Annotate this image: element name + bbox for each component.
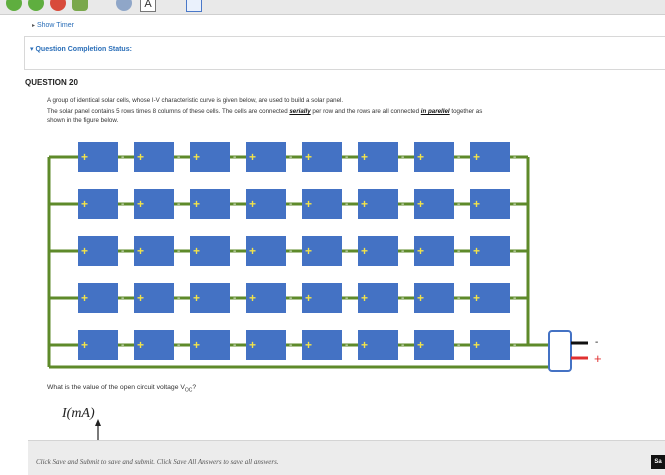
cell-minus-label: - bbox=[177, 152, 180, 163]
cell-plus-label: + bbox=[137, 244, 144, 258]
cell-plus-label: + bbox=[81, 150, 88, 164]
cell-minus-label: - bbox=[233, 152, 236, 163]
cell-minus-label: - bbox=[121, 246, 124, 257]
cell-minus-label: - bbox=[513, 246, 516, 257]
cell-plus-label: + bbox=[417, 197, 424, 211]
cell-plus-label: + bbox=[81, 291, 88, 305]
cell-minus-label: - bbox=[177, 246, 180, 257]
cell-plus-label: + bbox=[361, 244, 368, 258]
terminal-box bbox=[548, 330, 572, 372]
cell-plus-label: + bbox=[417, 291, 424, 305]
cell-plus-label: + bbox=[473, 338, 480, 352]
cell-minus-label: - bbox=[457, 199, 460, 210]
cell-minus-label: - bbox=[401, 152, 404, 163]
cell-plus-label: + bbox=[137, 291, 144, 305]
cell-plus-label: + bbox=[361, 338, 368, 352]
cell-minus-label: - bbox=[401, 199, 404, 210]
cell-minus-label: - bbox=[177, 199, 180, 210]
cell-minus-label: - bbox=[457, 152, 460, 163]
cell-plus-label: + bbox=[249, 197, 256, 211]
cell-minus-label: - bbox=[289, 293, 292, 304]
cell-plus-label: + bbox=[193, 244, 200, 258]
cell-minus-label: - bbox=[233, 293, 236, 304]
cell-minus-label: - bbox=[289, 152, 292, 163]
cell-plus-label: + bbox=[305, 197, 312, 211]
cell-minus-label: - bbox=[345, 246, 348, 257]
cell-minus-label: - bbox=[345, 293, 348, 304]
cell-minus-label: - bbox=[121, 199, 124, 210]
cell-minus-label: - bbox=[121, 340, 124, 351]
cell-plus-label: + bbox=[473, 150, 480, 164]
cell-minus-label: - bbox=[177, 340, 180, 351]
cell-minus-label: - bbox=[289, 340, 292, 351]
terminal-minus-label: - bbox=[595, 337, 598, 348]
cell-plus-label: + bbox=[249, 338, 256, 352]
cell-plus-label: + bbox=[417, 150, 424, 164]
footer-hint: Click Save and Submit to save and submit… bbox=[36, 458, 279, 466]
cell-minus-label: - bbox=[121, 293, 124, 304]
cell-plus-label: + bbox=[81, 244, 88, 258]
cell-plus-label: + bbox=[193, 150, 200, 164]
prompt-suffix: ? bbox=[192, 384, 197, 391]
cell-minus-label: - bbox=[289, 199, 292, 210]
cell-plus-label: + bbox=[473, 291, 480, 305]
cell-minus-label: - bbox=[233, 340, 236, 351]
cell-plus-label: + bbox=[137, 338, 144, 352]
iv-axis-arrow bbox=[95, 419, 101, 440]
cell-minus-label: - bbox=[457, 340, 460, 351]
cell-minus-label: - bbox=[401, 340, 404, 351]
cell-minus-label: - bbox=[121, 152, 124, 163]
cell-plus-label: + bbox=[361, 291, 368, 305]
cell-plus-label: + bbox=[305, 291, 312, 305]
cell-plus-label: + bbox=[305, 338, 312, 352]
cell-plus-label: + bbox=[249, 291, 256, 305]
prompt-text: What is the value of the open circuit vo… bbox=[47, 384, 185, 391]
cell-minus-label: - bbox=[233, 199, 236, 210]
cell-minus-label: - bbox=[401, 293, 404, 304]
cell-plus-label: + bbox=[305, 150, 312, 164]
cell-minus-label: - bbox=[513, 340, 516, 351]
cell-minus-label: - bbox=[513, 152, 516, 163]
cell-minus-label: - bbox=[401, 246, 404, 257]
cell-plus-label: + bbox=[81, 197, 88, 211]
cell-plus-label: + bbox=[417, 338, 424, 352]
cell-plus-label: + bbox=[361, 197, 368, 211]
cell-plus-label: + bbox=[193, 291, 200, 305]
cell-minus-label: - bbox=[513, 293, 516, 304]
question-prompt: What is the value of the open circuit vo… bbox=[47, 384, 196, 393]
cell-plus-label: + bbox=[137, 150, 144, 164]
cell-plus-label: + bbox=[193, 338, 200, 352]
footer-bar: Click Save and Submit to save and submit… bbox=[28, 440, 665, 475]
cell-plus-label: + bbox=[473, 244, 480, 258]
cell-minus-label: - bbox=[177, 293, 180, 304]
cell-minus-label: - bbox=[345, 340, 348, 351]
solar-panel-diagram: + - + - + - + - + - + - + - + - + - + - + - + - + - + - + - + - + - + - + - + -… bbox=[47, 142, 602, 372]
cell-minus-label: - bbox=[513, 199, 516, 210]
cell-minus-label: - bbox=[457, 246, 460, 257]
cell-plus-label: + bbox=[137, 197, 144, 211]
cell-minus-label: - bbox=[233, 246, 236, 257]
cell-plus-label: + bbox=[81, 338, 88, 352]
cell-minus-label: - bbox=[457, 293, 460, 304]
cell-plus-label: + bbox=[193, 197, 200, 211]
cell-plus-label: + bbox=[305, 244, 312, 258]
cell-plus-label: + bbox=[249, 244, 256, 258]
cell-plus-label: + bbox=[473, 197, 480, 211]
cell-minus-label: - bbox=[345, 199, 348, 210]
cell-plus-label: + bbox=[361, 150, 368, 164]
cell-plus-label: + bbox=[249, 150, 256, 164]
cell-minus-label: - bbox=[289, 246, 292, 257]
save-button[interactable]: Sa bbox=[651, 455, 665, 469]
cell-plus-label: + bbox=[417, 244, 424, 258]
terminal-plus-label: + bbox=[594, 351, 602, 366]
cell-minus-label: - bbox=[345, 152, 348, 163]
